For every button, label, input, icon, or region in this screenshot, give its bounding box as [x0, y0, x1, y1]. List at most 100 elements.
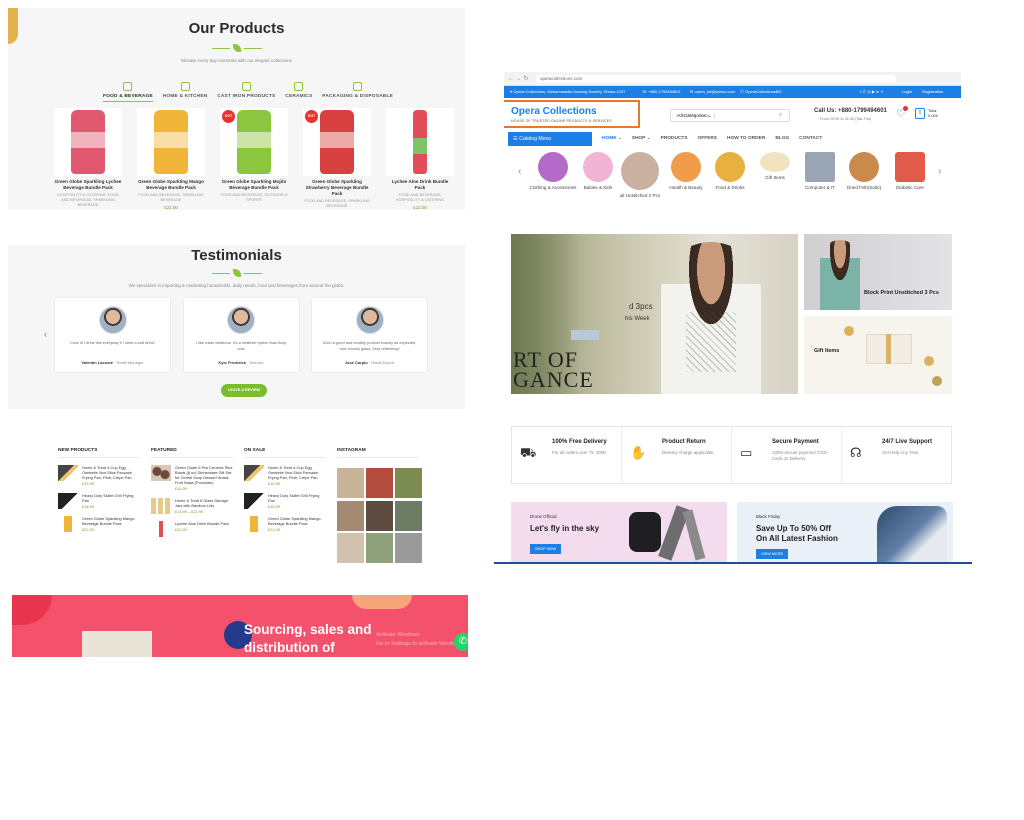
earbuds-case: [629, 512, 661, 552]
product-category: FOOD AND BEVERAGE, HOSPITALITY & CATERIN…: [395, 193, 445, 202]
on-sale-list: ON SALE Home & Treat 4-Cup Egg Omelette …: [244, 448, 326, 532]
nav-blog[interactable]: BLOG: [775, 132, 789, 146]
drone-promo-banner[interactable]: Drone Official Let's fly in the sky SHOP…: [511, 502, 727, 562]
category-computer-it[interactable]: Computer & IT: [796, 152, 844, 191]
tab-food-beverage[interactable]: FOOD & BEVERAGE: [103, 82, 153, 108]
instagram-photo[interactable]: [366, 468, 393, 498]
cart-icon[interactable]: 0: [915, 108, 925, 119]
instagram-photo[interactable]: [366, 500, 393, 531]
bottle-image: [413, 110, 427, 174]
list-item[interactable]: Home & Treat 4-Cup Egg Omelette Non-Stic…: [58, 465, 140, 486]
category-diabetic-care[interactable]: Diabetic Care: [886, 152, 934, 191]
nav-how-to-order[interactable]: HOW TO ORDER: [727, 132, 765, 146]
promo-title: Let's fly in the sky: [530, 524, 600, 533]
category-clothing[interactable]: Clothing & Accessories: [529, 152, 577, 191]
site-header: Opera Collections HOUSE OF TRUSTED ONLIN…: [504, 98, 961, 132]
product-name[interactable]: Green Globe Sparkling Mango Beverage Bun…: [137, 179, 205, 191]
hero-cta-ghost[interactable]: [571, 330, 599, 340]
package-icon: [353, 82, 363, 91]
product-category: HOSPITALITY & CATERING, FOOD AND BEVERAG…: [57, 193, 119, 207]
jars-thumb: [151, 498, 171, 514]
instagram-photo[interactable]: [366, 533, 393, 564]
list-item[interactable]: Home & Treat 6 Glass Storage Jars with B…: [151, 498, 233, 514]
product-card[interactable]: Green Globe Sparkling Mango Beverage Bun…: [137, 108, 205, 210]
product-card[interactable]: Lychee Aloe Drink Bundle Pack FOOD AND B…: [386, 108, 454, 210]
block-print-banner[interactable]: Block Print Unstitched 3 Pcs: [804, 234, 952, 310]
site-logo[interactable]: Opera Collections HOUSE OF TRUSTED ONLIN…: [504, 100, 640, 128]
instagram-photo[interactable]: [395, 500, 422, 531]
nav-contact[interactable]: CONTACT: [799, 132, 822, 146]
list-item[interactable]: Green Globe Sparkling Mango Beverage Bun…: [58, 516, 140, 532]
product-card[interactable]: HOT Green Globe Sparkling Strawberry Bev…: [303, 108, 371, 210]
promo-small-text: Drone Official: [530, 514, 557, 519]
whatsapp-icon[interactable]: ✆: [454, 633, 468, 651]
category-gift-items[interactable]: Gift Items: [751, 152, 799, 181]
nav-shop[interactable]: SHOP ⌄: [632, 132, 651, 146]
login-link[interactable]: Login: [902, 86, 912, 98]
nav-products[interactable]: PRODUCTS: [661, 132, 688, 146]
product-name[interactable]: Green Globe Sparkling Mojito Beverage Bu…: [220, 179, 288, 191]
social-icons[interactable]: f ⓟ ◎ ▶ in ⚭: [860, 86, 884, 98]
hero-slider[interactable]: d 3pcs his Week RT OF GANCE: [511, 234, 798, 394]
list-item[interactable]: Heavy Duty Skillet Grill Frying Pan £18.9…: [58, 493, 140, 509]
view-more-button[interactable]: VIEW MORE: [756, 549, 789, 559]
category-select[interactable]: All Categories ⌄: [671, 112, 715, 119]
leave-review-button[interactable]: LEAVE A REVIEW: [221, 384, 267, 397]
card-icon: ▭: [740, 445, 753, 460]
category-food-drinks[interactable]: Food & Drinks: [706, 152, 754, 191]
product-name[interactable]: Green Globe Sparkling Lychee Beverage Bu…: [54, 179, 122, 191]
tab-ceramics[interactable]: CERAMICS: [285, 82, 312, 108]
search-icon[interactable]: ⌕: [779, 112, 789, 119]
black-friday-banner[interactable]: Black Friday Save Up To 50% Off On All La…: [737, 502, 953, 562]
logo-name: Opera Collections: [511, 106, 597, 117]
hot-badge: HOT: [222, 110, 235, 123]
instagram-photo[interactable]: [395, 533, 422, 564]
facebook-text: ⓕ OperaCollectionsBD: [740, 89, 782, 94]
category-babies[interactable]: Babies & Kids: [574, 152, 622, 191]
feature-product-return: ✋ Product Return Delivery charge applica…: [622, 427, 732, 483]
category-dried-fish[interactable]: Dried Fish(Sutki): [840, 152, 888, 191]
nav-home[interactable]: HOME ⌄: [602, 132, 622, 146]
prev-arrow[interactable]: ‹: [44, 329, 47, 339]
block-print-label: Block Print Unstitched 3 Pcs: [864, 290, 939, 296]
product-price: £12.00: [413, 205, 427, 210]
list-item[interactable]: Lychee Aloe Drink Bundle Pack £12.00: [151, 521, 233, 537]
product-name[interactable]: Green Globe Sparkling Strawberry Beverag…: [303, 179, 371, 197]
hot-badge: HOT: [305, 110, 318, 123]
register-link[interactable]: Registration: [922, 86, 943, 98]
instagram-photo[interactable]: [337, 468, 364, 498]
pan-icon: [241, 82, 251, 91]
instagram-photo[interactable]: [395, 468, 422, 498]
product-card[interactable]: HOT Green Globe Sparkling Mojito Beverag…: [220, 108, 288, 210]
list-item[interactable]: Green Globe Sparkling Mango Beverage Bun…: [244, 516, 326, 532]
feature-secure-payment: ▭ Secure Payment 100% secure payment COD…: [732, 427, 842, 483]
category-unstitched[interactable]: all Unstitched 3 Pcs: [616, 152, 664, 199]
product-card[interactable]: Green Globe Sparkling Lychee Beverage Bu…: [54, 108, 122, 210]
phone-text: ☏ +880-1799494601: [642, 89, 681, 94]
testimonials-subtitle: We specialize in importing & marketing h…: [128, 283, 345, 288]
nav-offers[interactable]: OFFERS: [698, 132, 717, 146]
testimonials-section: Testimonials We specialize in importing …: [8, 245, 465, 409]
product-name[interactable]: Lychee Aloe Drink Bundle Pack: [386, 179, 454, 191]
address-text: ⌖ Opera Collections, Mohammadia Housing …: [510, 89, 626, 94]
tab-packaging[interactable]: PACKAGING & DISPOSABLE: [322, 82, 393, 108]
category-health-beauty[interactable]: Health & Beauty: [662, 152, 710, 191]
instagram-list: INSTAGRAM: [337, 448, 419, 458]
browser-nav-icons[interactable]: ← → ↻: [508, 75, 528, 82]
instagram-photo[interactable]: [337, 500, 364, 531]
list-item[interactable]: Green Globe 6 Pcs Ceramic Rice Bowls (6 …: [151, 465, 233, 491]
tab-cast-iron[interactable]: CAST IRON PRODUCTS: [217, 82, 275, 108]
ornament: [844, 326, 854, 336]
shop-now-button[interactable]: SHOP NOW: [530, 544, 562, 554]
kitchen-icon: [180, 82, 190, 91]
promo-small-text: Black Friday: [756, 514, 781, 519]
list-item[interactable]: Home & Treat 4-Cup Egg Omelette Non-Stic…: [244, 465, 326, 486]
list-item[interactable]: Heavy Duty Skillet Grill Frying Pan £18.9…: [244, 493, 326, 509]
tab-home-kitchen[interactable]: HOME & KITCHEN: [163, 82, 208, 108]
instagram-photo[interactable]: [337, 533, 364, 564]
url-field[interactable]: operacollections.com: [536, 75, 896, 83]
fruit-decor: [12, 595, 52, 625]
catalog-menu-button[interactable]: ☰ Catalog Menu: [508, 132, 592, 146]
ornament: [932, 376, 942, 386]
gift-items-banner[interactable]: Gift Items: [804, 316, 952, 394]
